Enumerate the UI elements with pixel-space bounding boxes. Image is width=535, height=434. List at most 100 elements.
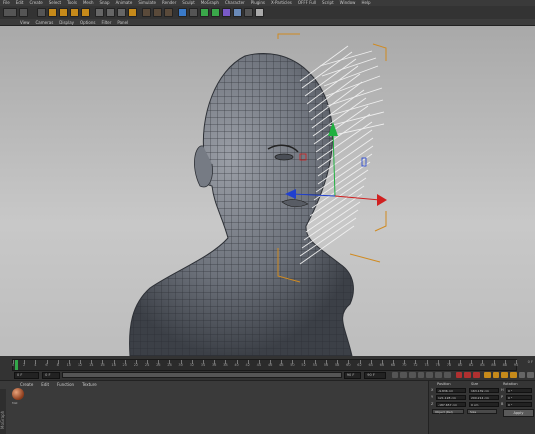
- timeline-tick-label: 34: [200, 363, 206, 367]
- size-y-field[interactable]: 200.214 cm: [469, 395, 499, 400]
- array-generator-icon[interactable]: [211, 8, 220, 17]
- undo-icon[interactable]: [3, 8, 17, 17]
- viewport-menu-options[interactable]: Options: [80, 20, 95, 25]
- rotation-header: Rotation: [503, 382, 518, 386]
- viewport-menu: View Cameras Display Options Filter Panel: [0, 19, 535, 26]
- coordinate-system-icon[interactable]: [128, 8, 137, 17]
- render-view-icon[interactable]: [142, 8, 151, 17]
- cube-primitive-icon[interactable]: [178, 8, 187, 17]
- play-icon[interactable]: [417, 372, 425, 378]
- previous-frame-icon[interactable]: [409, 372, 416, 378]
- x-axis-handle[interactable]: [377, 194, 387, 206]
- go-to-end-icon[interactable]: [443, 372, 451, 378]
- preview-range-slider[interactable]: [61, 372, 342, 378]
- frame-readout: 0 F: [527, 360, 533, 364]
- next-frame-icon[interactable]: [426, 372, 434, 378]
- size-x-field[interactable]: 163.139 cm: [469, 388, 499, 393]
- end-frame-field[interactable]: 90 F: [343, 371, 362, 379]
- position-y-field[interactable]: 121.128 cm: [436, 395, 466, 400]
- position-z-field[interactable]: -187.657 cm: [436, 402, 466, 407]
- rotation-h-field[interactable]: 0 °: [506, 388, 532, 393]
- record-keys-icon[interactable]: [455, 372, 463, 378]
- timeline-tick-label: 50: [290, 363, 295, 367]
- x-axis-lock-icon[interactable]: [95, 8, 104, 17]
- pen-spline-icon[interactable]: [189, 8, 198, 17]
- viewport-menu-display[interactable]: Display: [59, 20, 74, 25]
- timeline-tick-label: 44: [256, 363, 262, 367]
- timeline-tick-label: 48: [279, 363, 284, 367]
- size-mode-dropdown[interactable]: Size: [467, 409, 497, 414]
- keyframe-selection-icon[interactable]: [473, 372, 480, 378]
- deformer-icon[interactable]: [222, 8, 231, 17]
- bottom-panels: Create Edit Function Texture MoGraph Mat Po…: [0, 380, 535, 434]
- light-icon[interactable]: [255, 8, 264, 17]
- material-manager: Create Edit Function Texture MoGraph Mat: [0, 381, 428, 434]
- redo-icon[interactable]: [19, 8, 28, 17]
- render-picture-viewer-icon[interactable]: [153, 8, 162, 17]
- axis-label-x: X: [431, 388, 434, 392]
- material-menu-create[interactable]: Create: [20, 382, 33, 387]
- viewport[interactable]: [0, 26, 535, 356]
- material-menu-edit[interactable]: Edit: [41, 382, 49, 387]
- viewport-menu-filter[interactable]: Filter: [101, 20, 111, 25]
- timeline-tick-label: 36: [211, 363, 217, 367]
- pla-key-icon[interactable]: [518, 372, 526, 378]
- scale-key-icon[interactable]: [492, 372, 500, 378]
- timeline-tick-label: 24: [144, 363, 150, 367]
- rotation-label-p: P: [501, 395, 504, 399]
- render-settings-icon[interactable]: [164, 8, 173, 17]
- coordinate-mode-dropdown[interactable]: Object (Rel): [432, 409, 464, 414]
- coordinates-manager: Position Size Rotation X -9.836 cm 163.139…: [428, 381, 535, 434]
- timeline-tick-label: 18: [111, 363, 116, 367]
- apply-button[interactable]: Apply: [503, 409, 534, 417]
- material-menu-function[interactable]: Function: [57, 382, 74, 387]
- timeline-tick-label: 80: [457, 363, 463, 367]
- previous-key-icon[interactable]: [400, 372, 408, 378]
- rotation-p-field[interactable]: 0 °: [506, 395, 532, 400]
- z-axis-lock-icon[interactable]: [117, 8, 126, 17]
- max-frame-field[interactable]: 90 F: [364, 371, 386, 379]
- timeline-menu-icon[interactable]: [527, 372, 535, 378]
- last-tool-icon[interactable]: [81, 8, 90, 17]
- y-axis-lock-icon[interactable]: [106, 8, 115, 17]
- timeline-tick-label: 46: [267, 363, 273, 367]
- rotation-key-icon[interactable]: [501, 372, 508, 378]
- viewport-canvas[interactable]: [0, 26, 535, 356]
- axis-label-y: Y: [431, 395, 434, 399]
- timeline-tick-label: 58: [334, 363, 340, 367]
- timeline-tick-label: 40: [234, 363, 239, 367]
- floor-icon[interactable]: [233, 8, 242, 17]
- scale-tool-icon[interactable]: [59, 8, 68, 17]
- playhead[interactable]: [15, 360, 18, 370]
- timeline-tick-label: 28: [167, 363, 172, 367]
- autokey-icon[interactable]: [464, 372, 472, 378]
- material-menu-texture[interactable]: Texture: [82, 382, 97, 387]
- select-tool-icon[interactable]: [37, 8, 46, 17]
- material-swatch[interactable]: [12, 388, 24, 400]
- camera-icon[interactable]: [244, 8, 253, 17]
- move-tool-icon[interactable]: [48, 8, 57, 17]
- timeline-tick-label: 32: [189, 363, 195, 367]
- subdivision-surface-icon[interactable]: [200, 8, 209, 17]
- material-menu: Create Edit Function Texture: [0, 381, 428, 388]
- position-x-field[interactable]: -9.836 cm: [436, 388, 466, 393]
- rotate-tool-icon[interactable]: [70, 8, 79, 17]
- timeline-tick-label: 60: [346, 363, 351, 367]
- viewport-menu-cameras[interactable]: Cameras: [36, 20, 54, 25]
- size-z-field[interactable]: 0 cm: [469, 402, 499, 407]
- viewport-menu-view[interactable]: View: [20, 20, 30, 25]
- go-to-start-icon[interactable]: [391, 372, 399, 378]
- start-frame-field[interactable]: 0 F: [42, 371, 60, 379]
- param-key-icon[interactable]: [509, 372, 517, 378]
- position-key-icon[interactable]: [483, 372, 491, 378]
- timeline: 0 2 4 6 8 10 12 14 16 18 20 22 24 26 28 30 32 34 36 38 40 42 4…: [0, 356, 535, 380]
- size-header: Size: [471, 382, 479, 386]
- next-key-icon[interactable]: [435, 372, 442, 378]
- viewport-menu-panel[interactable]: Panel: [117, 20, 128, 25]
- timeline-tick-label: 4: [34, 363, 37, 367]
- timeline-tick-label: 14: [89, 363, 94, 367]
- rotation-b-field[interactable]: 0 °: [506, 402, 532, 407]
- timeline-tick-label: 86: [491, 363, 496, 367]
- current-frame-field[interactable]: 0 F: [14, 371, 40, 379]
- side-tab[interactable]: MoGraph: [0, 389, 6, 434]
